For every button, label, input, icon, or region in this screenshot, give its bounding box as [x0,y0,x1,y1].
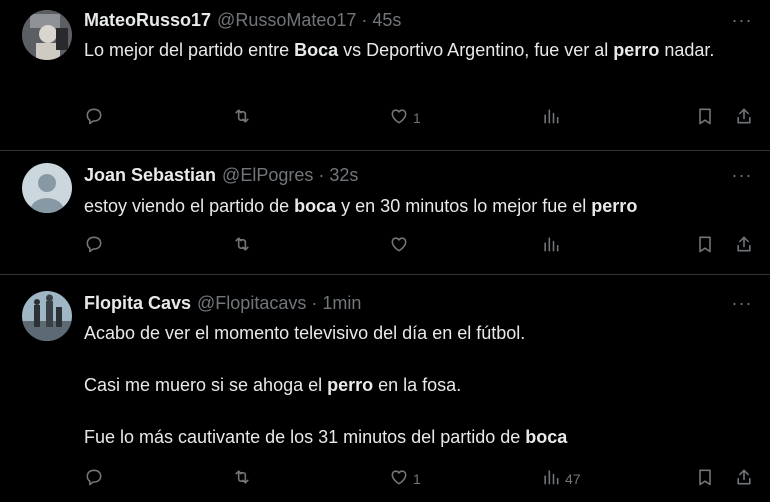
retweet-button[interactable] [232,235,252,257]
avatar[interactable] [22,291,72,341]
share-icon [734,467,754,492]
highlighted-word: boca [525,427,568,447]
bookmark-button[interactable] [695,235,715,257]
share-button[interactable] [734,468,754,490]
timestamp[interactable]: 32s [329,165,358,186]
like-count: 1 [413,110,421,126]
bookmark-icon [695,467,715,492]
bookmark-button[interactable] [695,468,715,490]
reply-button[interactable] [84,235,104,257]
views-icon [541,467,561,492]
tweet-header: Joan Sebastian @ElPogres · 32s [84,165,358,186]
reply-icon [84,234,104,259]
tweet-text: Lo mejor del partido entre Boca vs Depor… [84,37,730,63]
text-segment: y en 30 minutos lo mejor fue el [336,196,592,216]
highlighted-word: perro [327,375,374,395]
bookmark-icon [695,106,715,131]
share-button[interactable] [734,107,754,129]
reply-button[interactable] [84,468,104,490]
like-button[interactable] [389,235,409,257]
timeline-feed: MateoRusso17 @RussoMateo17 · 45s ··· Lo … [0,0,770,502]
tweet-paragraph: Acabo de ver el momento televisivo del d… [84,320,730,346]
tweet-paragraph: Casi me muero si se ahoga el perro en la… [84,372,730,398]
highlighted-word: perro [591,196,638,216]
highlighted-word: Boca [294,40,339,60]
separator-dot: · [311,293,318,313]
text-segment: Acabo de ver el momento televisivo del d… [84,323,526,343]
avatar[interactable] [22,10,72,60]
reply-icon [84,106,104,131]
display-name[interactable]: Joan Sebastian [84,165,216,186]
tweet[interactable]: Joan Sebastian @ElPogres · 32s ··· estoy… [0,151,770,275]
highlighted-word: boca [294,196,337,216]
share-icon [734,234,754,259]
tweet-header: Flopita Cavs @Flopitacavs · 1min [84,293,361,314]
timestamp[interactable]: 45s [372,10,401,31]
more-options-icon[interactable]: ··· [730,166,754,191]
text-segment: estoy viendo el partido de [84,196,295,216]
tweet[interactable]: MateoRusso17 @RussoMateo17 · 45s ··· Lo … [0,0,770,151]
user-handle[interactable]: @RussoMateo17 [217,10,356,31]
highlighted-word: perro [613,40,660,60]
like-icon [389,234,409,259]
retweet-icon [232,467,252,492]
views-button[interactable] [541,235,561,257]
retweet-button[interactable] [232,468,252,490]
retweet-button[interactable] [232,107,252,129]
display-name[interactable]: Flopita Cavs [84,293,191,314]
like-count: 1 [413,471,421,487]
text-segment: nadar. [659,40,715,60]
like-icon [389,467,409,492]
text-segment: Casi me muero si se ahoga el [84,375,328,395]
tweet-text: Acabo de ver el momento televisivo del d… [84,320,730,450]
views-button[interactable]: 47 [541,468,581,490]
views-button[interactable] [541,107,561,129]
tweet-header: MateoRusso17 @RussoMateo17 · 45s [84,10,401,31]
tweet-text: estoy viendo el partido de boca y en 30 … [84,193,730,219]
more-options-icon[interactable]: ··· [730,294,754,319]
bookmark-button[interactable] [695,107,715,129]
like-button[interactable]: 1 [389,107,421,129]
tweet-actions: 1 47 [84,468,770,490]
text-segment: en la fosa. [373,375,462,395]
like-button[interactable]: 1 [389,468,421,490]
bookmark-icon [695,234,715,259]
reply-button[interactable] [84,107,104,129]
share-icon [734,106,754,131]
retweet-icon [232,106,252,131]
user-handle[interactable]: @Flopitacavs [197,293,306,314]
share-button[interactable] [734,235,754,257]
views-icon [541,234,561,259]
reply-icon [84,467,104,492]
avatar[interactable] [22,163,72,213]
like-icon [389,106,409,131]
text-segment: Fue lo más cautivante de los 31 minutos … [84,427,526,447]
tweet-paragraph: Fue lo más cautivante de los 31 minutos … [84,424,730,450]
tweet[interactable]: Flopita Cavs @Flopitacavs · 1min ··· Aca… [0,275,770,502]
view-count: 47 [565,471,581,487]
tweet-actions: 1 [84,107,770,129]
timestamp[interactable]: 1min [322,293,361,314]
text-segment: Lo mejor del partido entre [84,40,295,60]
more-options-icon[interactable]: ··· [730,11,754,36]
views-icon [541,106,561,131]
tweet-actions [84,235,770,257]
display-name[interactable]: MateoRusso17 [84,10,211,31]
user-handle[interactable]: @ElPogres [222,165,313,186]
text-segment: vs Deportivo Argentino, fue ver al [338,40,614,60]
separator-dot: · [361,10,368,30]
separator-dot: · [318,165,325,185]
retweet-icon [232,234,252,259]
